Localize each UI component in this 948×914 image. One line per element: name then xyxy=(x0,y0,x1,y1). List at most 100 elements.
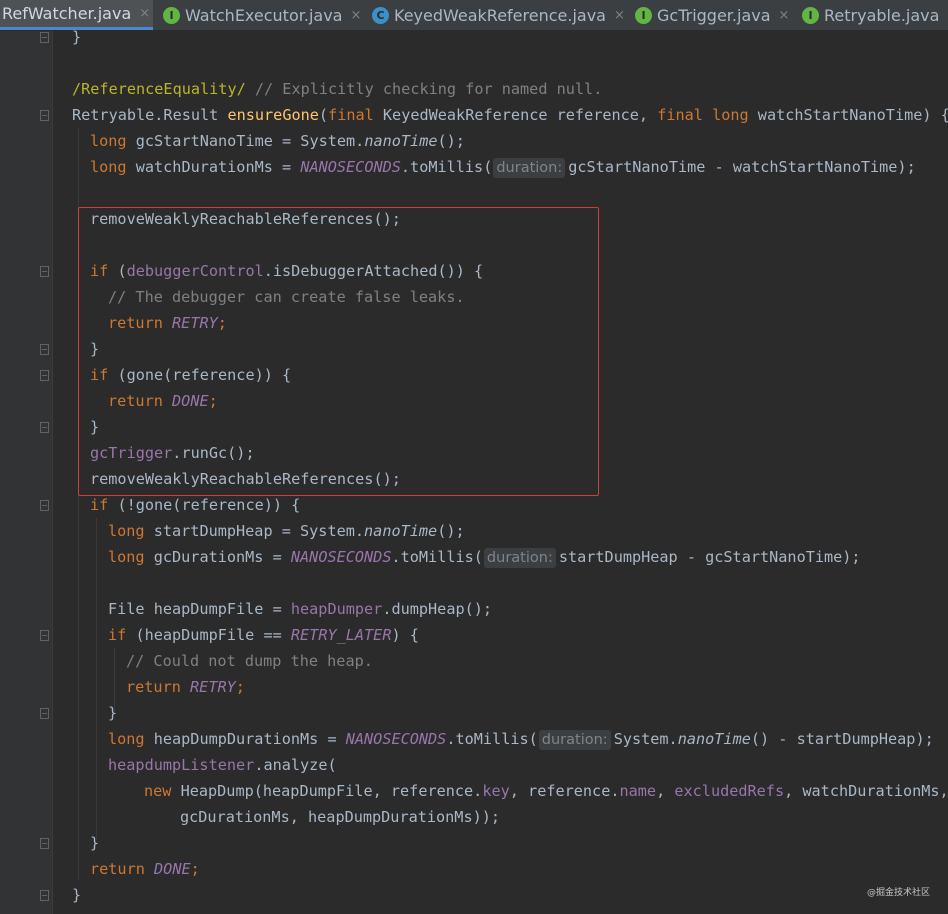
code-line: long watchDurationMs = NANOSECONDS.toMil… xyxy=(90,154,916,180)
code-token: (); xyxy=(437,132,465,150)
keyword-token: final xyxy=(328,106,374,124)
code-token: heapDumpDurationMs = xyxy=(144,730,346,748)
fold-marker-icon[interactable] xyxy=(40,370,49,381)
editor-gutter xyxy=(0,31,52,914)
code-token: gcStartNanoTime - watchStartNanoTime); xyxy=(568,158,916,176)
code-token: watchDurationMs = xyxy=(126,158,301,176)
code-token: } xyxy=(72,28,82,46)
keyword-token: long xyxy=(108,548,145,566)
parameter-hint: duration: xyxy=(538,730,611,750)
parameter-hint: duration: xyxy=(493,158,566,178)
fold-marker-icon[interactable] xyxy=(40,630,49,641)
code-line: // Could not dump the heap. xyxy=(126,648,373,674)
code-token: gcDurationMs = xyxy=(144,548,291,566)
fold-marker-icon[interactable] xyxy=(40,708,49,719)
code-line: gcDurationMs, heapDumpDurationMs)); xyxy=(180,804,500,830)
code-line: return DONE; xyxy=(90,856,200,882)
code-line: long heapDumpDurationMs = NANOSECONDS.to… xyxy=(108,726,934,752)
code-token: , xyxy=(656,782,675,800)
code-token: , reference. xyxy=(509,782,620,800)
keyword-token: long xyxy=(90,158,127,176)
code-token: HeapDump(heapDumpFile, reference. xyxy=(171,782,483,800)
tab-label: RefWatcher.java xyxy=(2,4,132,23)
code-token: ; xyxy=(190,860,200,878)
keyword-token: long xyxy=(108,522,145,540)
code-token: gcDurationMs, heapDumpDurationMs)); xyxy=(180,808,501,826)
constant-token: NANOSECONDS xyxy=(290,548,392,566)
code-line: } xyxy=(72,24,81,50)
tab-watchexecutor[interactable]: I WatchExecutor.java × xyxy=(155,0,363,30)
code-token: ; xyxy=(235,678,245,696)
field-token: heapDumper xyxy=(290,600,383,618)
close-icon[interactable]: × xyxy=(350,8,361,23)
code-token: KeyedWeakReference reference, xyxy=(373,106,658,124)
close-icon[interactable]: × xyxy=(614,8,625,23)
fold-marker-icon[interactable] xyxy=(40,110,49,121)
code-token: watchStartNanoTime) { xyxy=(748,106,948,124)
parameter-hint: duration: xyxy=(483,548,556,568)
code-token: (!gone(reference)) { xyxy=(108,496,301,514)
fold-marker-icon[interactable] xyxy=(40,32,49,43)
code-line: File heapDumpFile = heapDumper.dumpHeap(… xyxy=(108,596,492,622)
fold-marker-icon[interactable] xyxy=(40,838,49,849)
keyword-token: long xyxy=(90,132,127,150)
code-token: } xyxy=(108,704,118,722)
code-token: ( xyxy=(318,106,329,124)
code-token: ) { xyxy=(391,626,419,644)
tab-keyedweakreference[interactable]: C KeyedWeakReference.java × xyxy=(364,0,626,30)
interface-icon: I xyxy=(163,6,180,24)
fold-marker-icon[interactable] xyxy=(40,890,49,901)
code-token: , watchDurationMs, xyxy=(784,782,948,800)
constant-token: NANOSECONDS xyxy=(345,730,447,748)
tab-label: KeyedWeakReference.java xyxy=(394,5,606,25)
code-token: nanoTime xyxy=(677,730,751,748)
tab-label: GcTrigger.java xyxy=(657,5,771,25)
code-line: long gcStartNanoTime = System.nanoTime()… xyxy=(90,128,465,154)
code-line: } xyxy=(90,830,99,856)
code-token: .toMillis( xyxy=(391,548,483,566)
code-token: () - startDumpHeap); xyxy=(750,730,934,748)
code-line: long startDumpHeap = System.nanoTime(); xyxy=(108,518,465,544)
constant-token: RETRY xyxy=(190,678,236,696)
code-token: } xyxy=(72,886,82,904)
indent-guide xyxy=(96,518,97,840)
code-line: if (heapDumpFile == RETRY_LATER) { xyxy=(108,622,419,648)
keyword-token: new xyxy=(144,782,172,800)
fold-marker-icon[interactable] xyxy=(40,422,49,433)
code-line: } xyxy=(72,882,81,908)
tab-label: Retryable.java xyxy=(824,5,940,25)
code-token: startDumpHeap - gcStartNanoTime); xyxy=(558,548,861,566)
code-token: nanoTime xyxy=(364,522,438,540)
code-token: gcStartNanoTime = System. xyxy=(126,132,365,150)
code-line: new HeapDump(heapDumpFile, reference.key… xyxy=(144,778,948,804)
interface-icon: I xyxy=(635,6,652,24)
field-token: name xyxy=(619,782,657,800)
method-name: ensureGone xyxy=(227,106,319,124)
code-token: .dumpHeap(); xyxy=(382,600,493,618)
fold-marker-icon[interactable] xyxy=(40,500,49,511)
class-icon: C xyxy=(372,6,389,24)
code-line: /ReferenceEquality/ // Explicitly checki… xyxy=(72,76,602,102)
field-token: excludedRefs xyxy=(674,782,785,800)
code-line: long gcDurationMs = NANOSECONDS.toMillis… xyxy=(108,544,861,570)
close-icon[interactable]: × xyxy=(139,6,150,21)
code-token: startDumpHeap = System. xyxy=(144,522,365,540)
code-token: (); xyxy=(437,522,465,540)
tab-retryable[interactable]: I Retryable.java xyxy=(794,0,948,30)
close-icon[interactable]: × xyxy=(779,8,790,23)
code-line: return RETRY; xyxy=(126,674,245,700)
comment-token: // Could not dump the heap. xyxy=(126,652,373,670)
constant-token: RETRY_LATER xyxy=(290,626,392,644)
annotation-token: /ReferenceEquality/ xyxy=(72,80,246,98)
keyword-token: return xyxy=(90,860,145,878)
fold-marker-icon[interactable] xyxy=(40,266,49,277)
watermark: @掘金技术社区 xyxy=(866,888,930,898)
fold-marker-icon[interactable] xyxy=(40,344,49,355)
code-line: Retryable.Result ensureGone(final KeyedW… xyxy=(72,102,948,128)
comment-token: // Explicitly checking for named null. xyxy=(245,80,603,98)
code-token: Retryable.Result xyxy=(72,106,228,124)
tab-gctrigger[interactable]: I GcTrigger.java × xyxy=(627,0,793,30)
code-token: nanoTime xyxy=(364,132,438,150)
tab-label: WatchExecutor.java xyxy=(185,5,343,25)
code-line: } xyxy=(108,700,117,726)
